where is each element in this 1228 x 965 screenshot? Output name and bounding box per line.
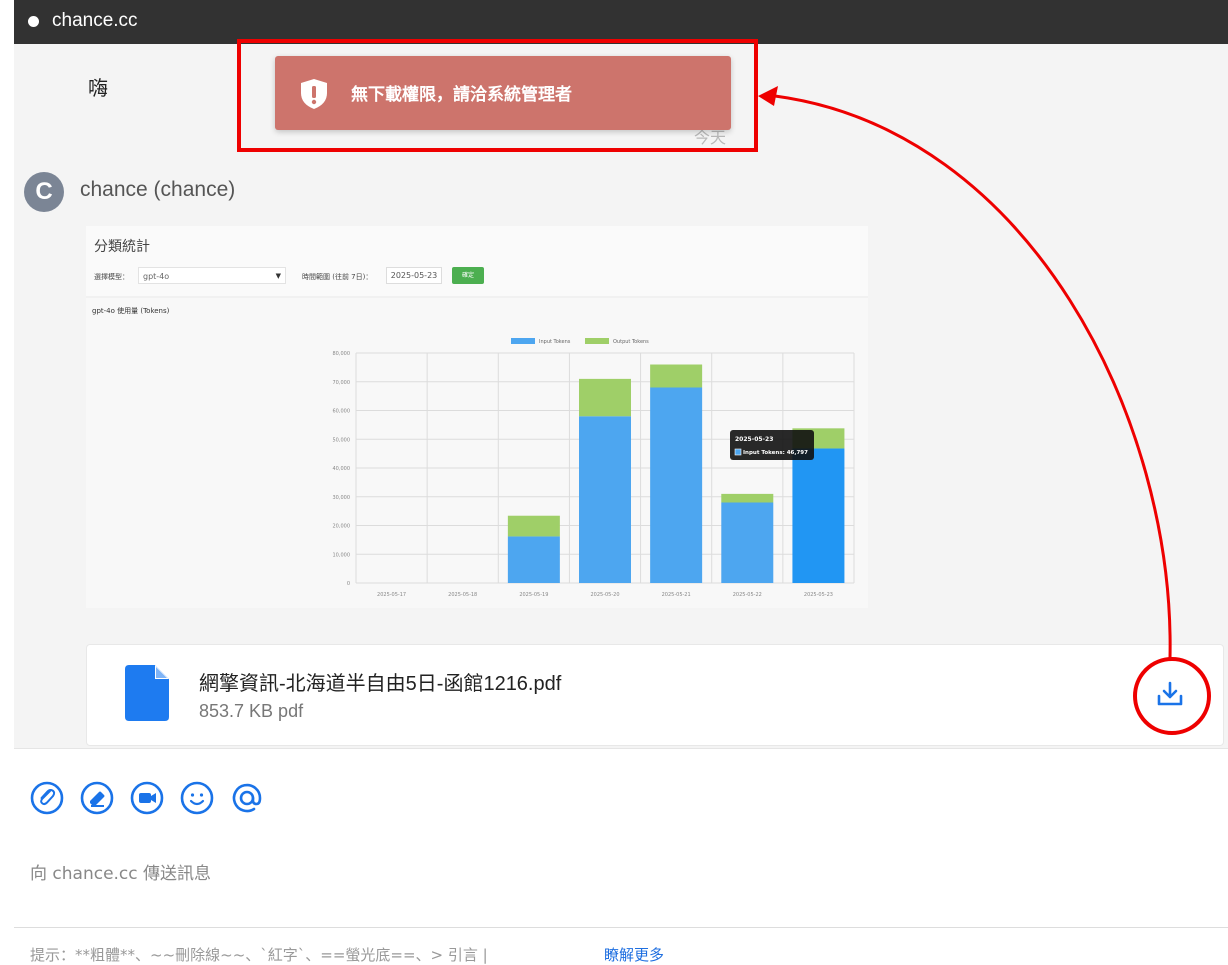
legend-label: Input Tokens: [539, 339, 571, 345]
y-tick-label: 70,000: [333, 380, 351, 386]
message-composer: 向 chance.cc 傳送訊息 提示：**粗體**、~~刪除線~~、`紅字`、…: [14, 748, 1228, 964]
y-tick-label: 30,000: [333, 495, 351, 501]
panel-title: 分類統計: [94, 239, 150, 255]
x-tick-label: 2025-05-19: [519, 592, 548, 598]
app-window: chance.cc 嗨 今天 C chance (chance) 分類統計 選擇…: [14, 0, 1228, 964]
video-icon[interactable]: [130, 781, 164, 815]
legend-swatch: [585, 338, 609, 344]
y-tick-label: 40,000: [333, 466, 351, 472]
eraser-icon[interactable]: [80, 781, 114, 815]
tooltip-title: 2025-05-23: [735, 436, 773, 443]
message-input[interactable]: 向 chance.cc 傳送訊息: [30, 859, 211, 884]
formatting-hint: 提示：**粗體**、~~刪除線~~、`紅字`、==螢光底==、> 引言 | 瞭解…: [14, 927, 1228, 965]
x-tick-label: 2025-05-18: [448, 592, 477, 598]
window-title: chance.cc: [52, 10, 138, 31]
y-tick-label: 60,000: [333, 409, 351, 415]
bar-output-2025-05-20: [579, 378, 631, 417]
at-sign-icon[interactable]: [230, 781, 264, 815]
smiley-icon[interactable]: [180, 781, 214, 815]
x-tick-label: 2025-05-17: [377, 592, 406, 598]
bar-input-2025-05-19: [507, 536, 560, 583]
bar-output-2025-05-19: [507, 515, 560, 537]
file-icon: [125, 665, 169, 721]
file-size: 853.7 KB pdf: [199, 701, 304, 721]
x-tick-label: 2025-05-22: [733, 592, 762, 598]
toast-message: 無下載權限，請洽系統管理者: [351, 85, 572, 105]
chevron-down-icon: ▼: [275, 272, 281, 280]
y-tick-label: 10,000: [333, 552, 351, 558]
model-select: gpt-4o ▼: [138, 267, 286, 284]
title-bar: chance.cc: [14, 0, 1228, 44]
error-toast: 無下載權限，請洽系統管理者: [275, 56, 731, 130]
bar-input-2025-05-21: [650, 387, 703, 583]
x-tick-label: 2025-05-21: [662, 592, 691, 598]
bar-input-2025-05-23: [792, 448, 845, 583]
legend-label: Output Tokens: [613, 339, 649, 345]
previous-message: 嗨: [88, 76, 108, 100]
bar-output-2025-05-21: [650, 364, 703, 388]
avatar[interactable]: C: [24, 172, 64, 212]
model-label: 選擇模型：: [94, 273, 129, 281]
shield-warning-icon: [301, 79, 327, 109]
range-label: 時間範圍 (往前 7日)：: [302, 273, 373, 281]
date-field: 2025-05-23: [386, 267, 442, 284]
y-tick-label: 80,000: [333, 351, 351, 357]
model-value: gpt-4o: [143, 272, 170, 281]
x-tick-label: 2025-05-20: [590, 592, 619, 598]
image-attachment[interactable]: 分類統計 選擇模型： gpt-4o ▼ 時間範圍 (往前 7日)： 2025-0…: [86, 226, 868, 608]
tooltip-label: Input Tokens: 46,797: [743, 450, 808, 456]
hint-text: 提示：**粗體**、~~刪除線~~、`紅字`、==螢光底==、> 引言 |: [30, 946, 488, 964]
legend-swatch: [511, 338, 535, 344]
token-usage-chart: 0 10,000 20,000 30,000 40,000 50,000 60,000 70,…: [333, 338, 855, 598]
learn-more-link[interactable]: 瞭解更多: [604, 944, 664, 965]
confirm-button: 確定: [452, 267, 484, 284]
y-tick-label: 50,000: [333, 437, 351, 443]
bar-input-2025-05-20: [579, 416, 631, 583]
tooltip-swatch: [734, 448, 742, 456]
stats-panel: 分類統計 選擇模型： gpt-4o ▼ 時間範圍 (往前 7日)： 2025-0…: [86, 226, 868, 296]
sender-name[interactable]: chance (chance): [80, 178, 235, 202]
download-icon[interactable]: [1155, 679, 1185, 709]
file-name[interactable]: 網擎資訊-北海道半自由5日-函館1216.pdf: [199, 667, 561, 696]
status-dot: [28, 16, 39, 27]
y-tick-label: 0: [347, 581, 350, 587]
y-tick-label: 20,000: [333, 524, 351, 530]
x-tick-label: 2025-05-23: [804, 592, 833, 598]
bar-output-2025-05-22: [721, 493, 774, 503]
chart-area: gpt-4o 使用量 (Tokens) 0 10,000 20,000 30,000 4…: [86, 298, 868, 608]
paperclip-icon[interactable]: [30, 781, 64, 815]
bar-input-2025-05-22: [721, 502, 774, 583]
chat-area: 嗨 今天 C chance (chance) 分類統計 選擇模型： gpt-4o…: [14, 44, 1228, 748]
file-attachment[interactable]: 網擎資訊-北海道半自由5日-函館1216.pdf 853.7 KB pdf: [86, 644, 1224, 746]
